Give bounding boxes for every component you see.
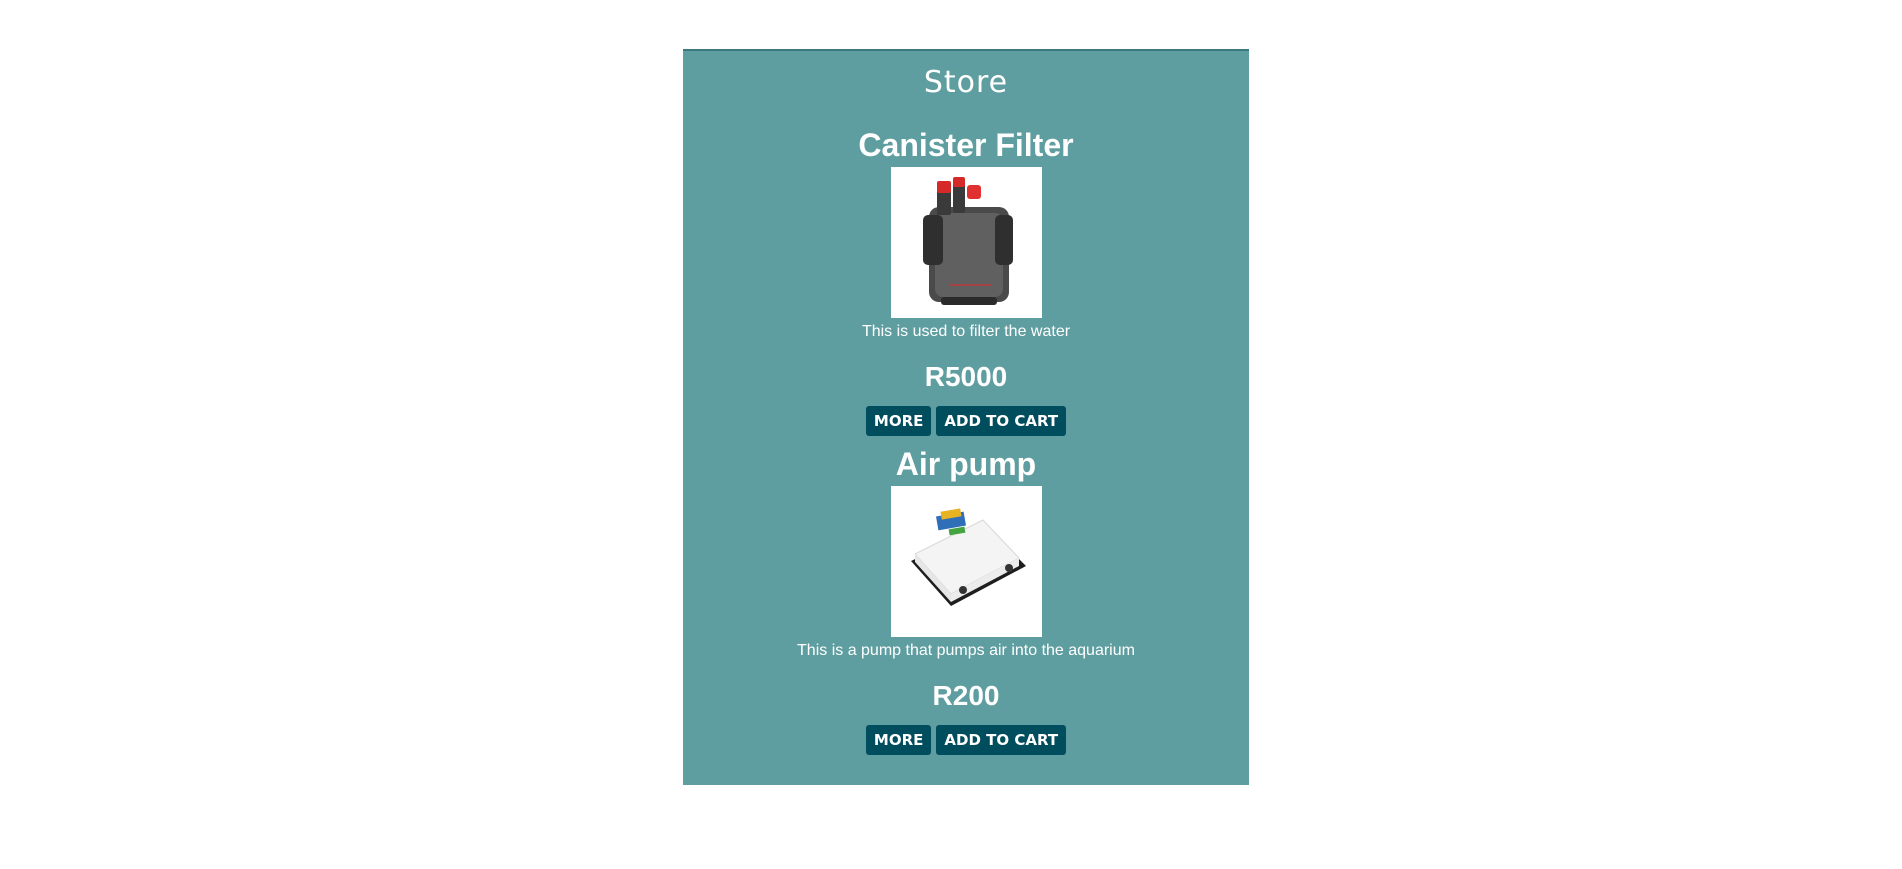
add-to-cart-button[interactable]: ADD TO CART [936, 406, 1067, 436]
product-description: This is a pump that pumps air into the a… [797, 642, 1135, 659]
air-pump-image [890, 486, 1042, 637]
page-title: Store [923, 65, 1009, 100]
air-pump-icon [910, 508, 1026, 606]
add-to-cart-button[interactable]: ADD TO CART [936, 725, 1067, 755]
more-button[interactable]: MORE [865, 725, 932, 755]
product-name: Air pump [895, 446, 1037, 482]
product-card-canister-filter: Canister Filter This is used to filter t… [683, 115, 1249, 436]
product-actions: MORE ADD TO CART [865, 406, 1067, 436]
more-button[interactable]: MORE [865, 406, 932, 436]
product-price: R5000 [924, 361, 1008, 392]
product-name: Canister Filter [858, 127, 1074, 163]
product-description: This is used to filter the water [861, 323, 1071, 340]
canister-filter-icon [922, 177, 1013, 305]
product-price: R200 [932, 680, 1000, 711]
store-panel: Store Canister Filter This is used to fi… [683, 49, 1249, 785]
product-card-air-pump: Air pump This is a pump that pumps air i… [683, 436, 1249, 755]
product-actions: MORE ADD TO CART [865, 725, 1067, 755]
canister-filter-image [890, 167, 1042, 318]
